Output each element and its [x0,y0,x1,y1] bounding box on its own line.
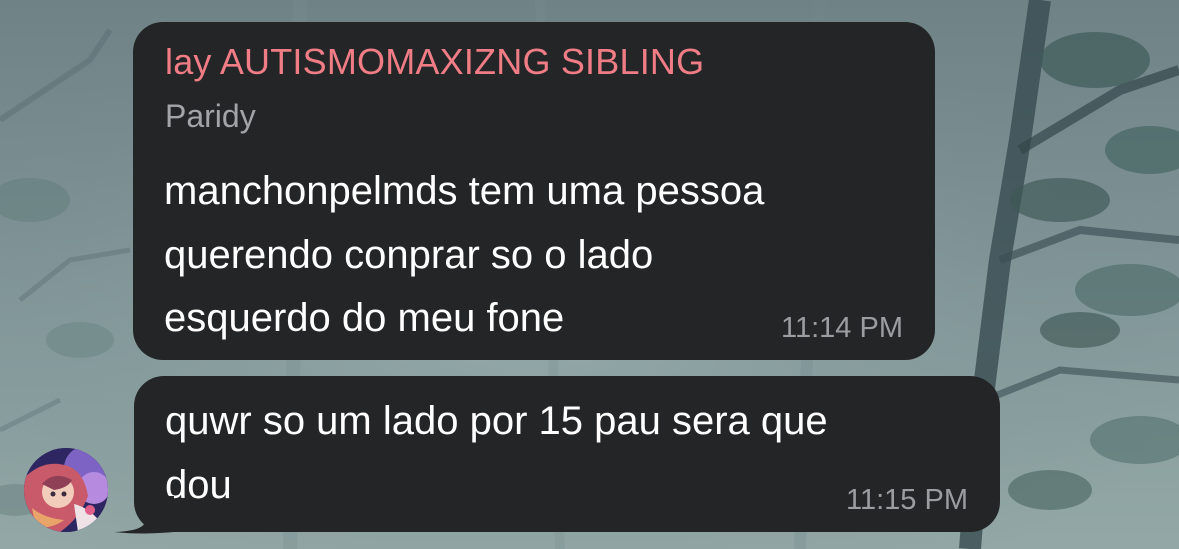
sender-name[interactable]: lay AUTISMOMAXIZNG SIBLING [165,40,704,84]
message-timestamp: 11:14 PM [781,312,903,344]
sender-avatar[interactable] [24,448,108,532]
message-timestamp: 11:15 PM [846,484,968,516]
incoming-message-bubble[interactable]: quwr so um lado por 15 pau sera que dou … [134,376,1000,532]
incoming-message-bubble[interactable]: lay AUTISMOMAXIZNG SIBLING Paridy mancho… [133,22,935,360]
sender-subtitle: Paridy [165,98,256,134]
anime-character-avatar-icon [24,448,108,532]
bubble-tail [114,496,174,534]
